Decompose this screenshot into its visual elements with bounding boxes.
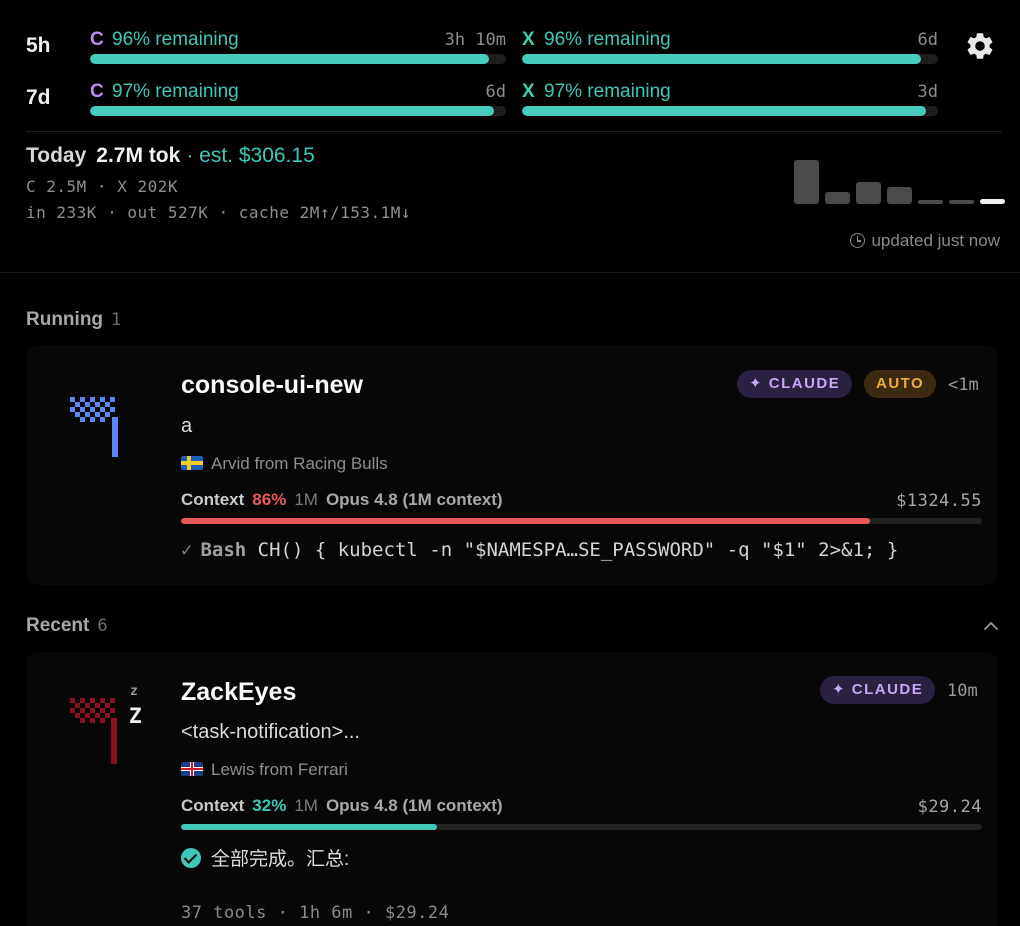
period-label-5h: 5h bbox=[26, 34, 51, 57]
context-summary: Context 86% 1M Opus 4.8 (1M context) bbox=[181, 490, 503, 510]
codex-prefix: X bbox=[522, 81, 535, 102]
context-percent: 32% bbox=[252, 796, 287, 815]
context-label: Context bbox=[181, 796, 245, 815]
context-track bbox=[181, 518, 982, 524]
provider-badge: ✦ CLAUDE bbox=[737, 370, 853, 398]
provider-badge: ✦ CLAUDE bbox=[820, 676, 936, 704]
model-name: Opus 4.8 (1M context) bbox=[325, 490, 503, 509]
usage-track bbox=[90, 106, 506, 116]
codex-7d-usage: X 97% remaining 3d bbox=[522, 81, 938, 121]
result-summary: 全部完成。汇总: bbox=[181, 844, 349, 871]
divider bbox=[0, 272, 1020, 273]
history-bar bbox=[949, 199, 974, 204]
session-prompt: a bbox=[181, 415, 193, 437]
usage-percent: 96% remaining bbox=[112, 29, 239, 50]
usage-track bbox=[522, 54, 938, 64]
recent-section-title: Recent 6 bbox=[26, 615, 108, 637]
session-card-recent[interactable]: z Z ZackEyes <task-notification>... Lewi… bbox=[26, 652, 998, 926]
context-track bbox=[181, 824, 982, 830]
session-card-running[interactable]: console-ui-new a Arvid from Racing Bulls… bbox=[26, 345, 998, 585]
clock-icon bbox=[850, 233, 866, 248]
last-command: ✓ Bash CH() { kubectl -n "$NAMESPA…SE_PAS… bbox=[181, 539, 898, 561]
context-percent: 86% bbox=[252, 490, 287, 509]
context-size: 1M bbox=[294, 796, 318, 815]
sleep-big-z: Z bbox=[129, 704, 142, 728]
session-cost: $1324.55 bbox=[896, 491, 982, 511]
history-bar bbox=[825, 192, 850, 204]
recent-label: Recent bbox=[26, 615, 90, 636]
reset-time: 3h 10m bbox=[444, 30, 506, 50]
agent-name: Arvid from Racing Bulls bbox=[211, 454, 388, 473]
period-label-7d: 7d bbox=[26, 86, 51, 109]
updated-text: updated just now bbox=[871, 231, 1000, 250]
sleep-small-z: z bbox=[130, 684, 138, 699]
usage-track bbox=[522, 106, 938, 116]
uk-flag-icon bbox=[181, 762, 203, 776]
usage-fill bbox=[522, 106, 926, 116]
provider-breakdown: C 2.5M · X 202K bbox=[26, 177, 178, 196]
mode-badge: AUTO bbox=[864, 370, 937, 398]
claude-prefix: C bbox=[90, 29, 104, 50]
history-bar bbox=[918, 199, 943, 204]
divider bbox=[26, 131, 1002, 132]
chevron-up-icon[interactable] bbox=[983, 618, 999, 634]
tool-name: Bash bbox=[200, 539, 247, 561]
today-label: Today bbox=[26, 144, 87, 167]
usage-percent: 97% remaining bbox=[544, 81, 671, 102]
today-summary: Today 2.7M tok · est. $306.15 bbox=[26, 144, 315, 168]
token-io: in 233K · out 527K · cache 2M↑/153.1M↓ bbox=[26, 203, 412, 222]
context-size: 1M bbox=[294, 490, 318, 509]
running-section-title: Running 1 bbox=[26, 309, 121, 331]
history-bar bbox=[887, 187, 912, 204]
reset-time: 6d bbox=[917, 30, 938, 50]
today-tokens: 2.7M tok bbox=[96, 144, 181, 167]
today-estimate: · est. $306.15 bbox=[186, 144, 315, 167]
model-name: Opus 4.8 (1M context) bbox=[325, 796, 503, 815]
usage-track bbox=[90, 54, 506, 64]
agent-persona: Arvid from Racing Bulls bbox=[181, 454, 388, 474]
usage-percent: 97% remaining bbox=[112, 81, 239, 102]
session-name: ZackEyes bbox=[181, 678, 297, 706]
session-name: console-ui-new bbox=[181, 371, 363, 399]
reset-time: 6d bbox=[485, 82, 506, 102]
context-fill bbox=[181, 824, 438, 830]
checkered-flag-icon bbox=[70, 397, 118, 457]
context-label: Context bbox=[181, 490, 245, 509]
check-circle-icon bbox=[181, 848, 201, 868]
running-label: Running bbox=[26, 309, 104, 330]
claude-5h-usage: C 96% remaining 3h 10m bbox=[90, 29, 506, 69]
checkered-flag-icon bbox=[70, 698, 117, 764]
agent-name: Lewis from Ferrari bbox=[211, 760, 348, 779]
session-prompt: <task-notification>... bbox=[181, 721, 360, 743]
usage-fill bbox=[522, 54, 922, 64]
usage-fill bbox=[90, 54, 490, 64]
claude-prefix: C bbox=[90, 81, 104, 102]
recent-count: 6 bbox=[97, 616, 108, 636]
codex-prefix: X bbox=[522, 29, 535, 50]
usage-fill bbox=[90, 106, 494, 116]
context-fill bbox=[181, 518, 870, 524]
history-bar bbox=[794, 160, 819, 204]
history-bar bbox=[856, 181, 881, 204]
codex-5h-usage: X 96% remaining 6d bbox=[522, 29, 938, 69]
gear-icon[interactable] bbox=[964, 30, 996, 62]
usage-percent: 96% remaining bbox=[544, 29, 671, 50]
reset-time: 3d bbox=[917, 82, 938, 102]
claude-7d-usage: C 97% remaining 6d bbox=[90, 81, 506, 121]
result-text: 全部完成。汇总: bbox=[211, 849, 350, 870]
history-bar bbox=[980, 198, 1005, 204]
session-stats: 37 tools · 1h 6m · $29.24 bbox=[181, 903, 450, 923]
session-age: <1m bbox=[948, 375, 979, 395]
updated-status: updated just now bbox=[850, 231, 1000, 251]
session-age: 10m bbox=[947, 681, 978, 701]
running-count: 1 bbox=[111, 310, 122, 330]
command-text: CH() { kubectl -n "$NAMESPA…SE_PASSWORD"… bbox=[257, 539, 899, 561]
session-cost: $29.24 bbox=[917, 797, 982, 817]
context-summary: Context 32% 1M Opus 4.8 (1M context) bbox=[181, 796, 503, 816]
check-icon: ✓ bbox=[181, 539, 193, 561]
sweden-flag-icon bbox=[181, 456, 203, 470]
agent-persona: Lewis from Ferrari bbox=[181, 760, 348, 780]
